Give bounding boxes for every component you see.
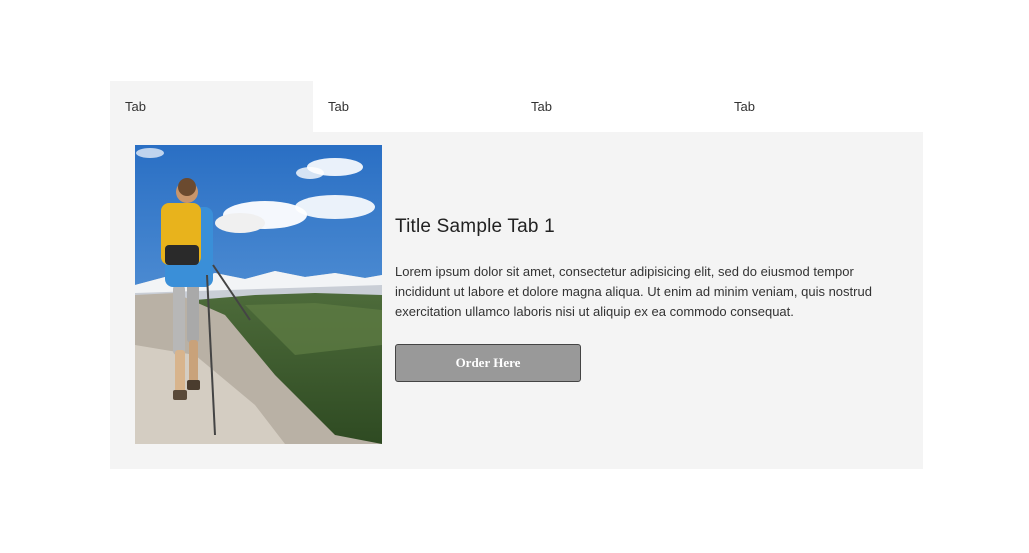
content-title: Title Sample Tab 1 (395, 216, 555, 237)
tab-bar: Tab Tab Tab Tab (110, 81, 923, 132)
tab-2[interactable]: Tab (313, 81, 516, 132)
tab-1[interactable]: Tab (110, 81, 313, 132)
order-here-button[interactable]: Order Here (395, 344, 581, 382)
tab-panel: Title Sample Tab 1 Lorem ipsum dolor sit… (110, 132, 923, 469)
tab-content: Title Sample Tab 1 Lorem ipsum dolor sit… (395, 216, 895, 382)
content-body: Lorem ipsum dolor sit amet, consectetur … (395, 264, 872, 319)
hiker-photo (135, 145, 382, 444)
tab-4[interactable]: Tab (719, 81, 922, 132)
tab-3[interactable]: Tab (516, 81, 719, 132)
tabs-widget: Tab Tab Tab Tab Title Sample Tab 1 Lorem… (110, 81, 923, 469)
